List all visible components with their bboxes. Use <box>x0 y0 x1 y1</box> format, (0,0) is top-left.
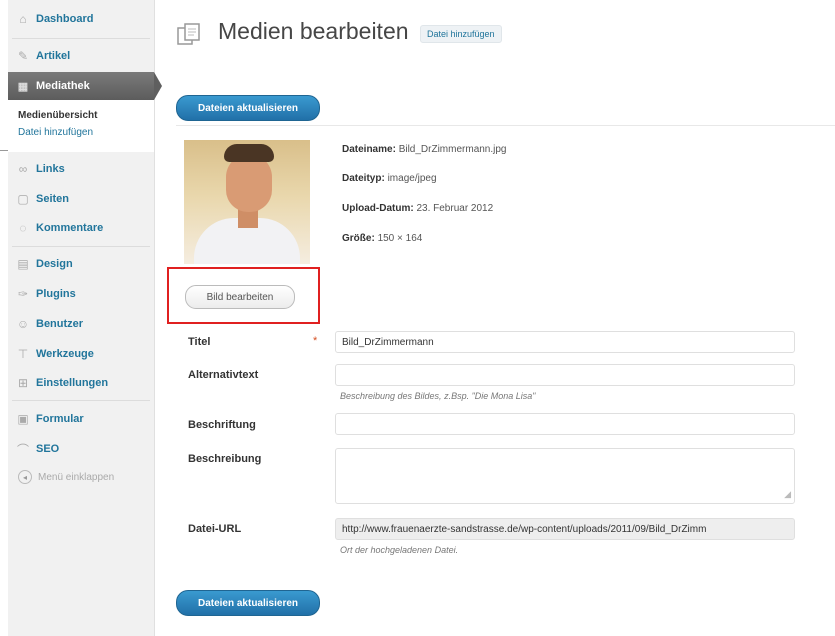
title-input[interactable]: Bild_DrZimmermann <box>335 331 795 353</box>
sidebar-divider <box>12 400 150 401</box>
sidebar-divider <box>12 38 150 39</box>
sidebar-item-seiten[interactable]: ▢ Seiten <box>8 185 154 213</box>
sidebar-item-werkzeuge[interactable]: ⊤ Werkzeuge <box>8 340 154 368</box>
users-icon: ☺ <box>16 317 30 331</box>
admin-sidebar: ⌂ Dashboard ✎ Artikel ▦ Mediathek Medienübe… <box>8 0 162 636</box>
caption-input[interactable] <box>335 413 795 435</box>
sidebar-item-label: Kommentare <box>36 222 104 234</box>
collapse-menu-button[interactable]: ◂ Menü einklappen <box>18 470 114 484</box>
sidebar-item-links[interactable]: ∞ Links <box>8 155 154 183</box>
alt-text-hint: Beschreibung des Bildes, z.Bsp. "Die Mon… <box>340 391 536 401</box>
sidebar-item-label: Formular <box>36 413 84 425</box>
sidebar-submenu: Medienübersicht Datei hinzufügen <box>8 100 154 152</box>
sidebar-item-kommentare[interactable]: ◌ Kommentare <box>8 214 154 242</box>
filetype-label: Dateityp: <box>342 173 385 184</box>
upload-date-row: Upload-Datum: 23. Februar 2012 <box>342 203 493 214</box>
sidebar-item-seo[interactable]: ⌒ SEO <box>8 435 154 463</box>
sidebar-item-einstellungen[interactable]: ⊞ Einstellungen <box>8 369 154 397</box>
edit-image-button[interactable]: Bild bearbeiten <box>185 285 295 309</box>
sidebar-item-label: SEO <box>36 443 60 455</box>
sidebar-item-label: Artikel <box>36 50 71 62</box>
seo-icon: ⌒ <box>16 442 29 457</box>
caption-label: Beschriftung <box>188 419 256 431</box>
update-files-button-bottom[interactable]: Dateien aktualisieren <box>176 590 320 616</box>
sidebar-item-plugins[interactable]: ✑ Plugins <box>8 280 154 308</box>
sidebar-item-mediathek[interactable]: ▦ Mediathek <box>8 72 162 100</box>
filename-value: Bild_DrZimmermann.jpg <box>398 144 507 155</box>
size-value: 150 × 164 <box>377 233 423 244</box>
file-url-input[interactable]: http://www.frauenaerzte-sandstrasse.de/w… <box>335 518 795 540</box>
collapse-arrow-icon: ◂ <box>18 470 32 484</box>
description-label: Beschreibung <box>188 453 262 465</box>
submenu-item-add-file[interactable]: Datei hinzufügen <box>18 127 93 138</box>
sidebar-divider <box>12 246 150 247</box>
submenu-item-media-library[interactable]: Medienübersicht <box>18 110 97 121</box>
form-icon: ▣ <box>17 412 29 426</box>
page-edge-line <box>0 150 8 151</box>
image-thumbnail <box>184 140 310 264</box>
resize-handle-icon[interactable]: ◢ <box>784 489 791 500</box>
file-url-label: Datei-URL <box>188 523 242 535</box>
upload-date-value: 23. Februar 2012 <box>416 203 494 214</box>
settings-icon: ⊞ <box>17 376 29 390</box>
alt-text-input[interactable] <box>335 364 795 386</box>
page-icon: ▢ <box>17 192 29 206</box>
page-title: Medien bearbeiten <box>218 18 409 44</box>
design-icon: ▤ <box>17 257 29 271</box>
required-marker: * <box>313 335 318 347</box>
tools-icon: ⊤ <box>17 347 29 361</box>
pin-icon: ✎ <box>17 49 29 63</box>
file-url-hint: Ort der hochgeladenen Datei. <box>340 545 459 555</box>
add-file-button[interactable]: Datei hinzufügen <box>420 25 502 43</box>
sidebar-item-label: Plugins <box>36 288 76 300</box>
sidebar-item-label: Einstellungen <box>36 377 109 389</box>
sidebar-item-label: Mediathek <box>36 80 90 92</box>
upload-date-label: Upload-Datum: <box>342 203 414 214</box>
title-label: Titel <box>188 336 211 348</box>
sidebar-item-label: Dashboard <box>36 13 94 25</box>
sidebar-item-design[interactable]: ▤ Design <box>8 250 154 278</box>
sidebar-item-label: Werkzeuge <box>36 348 94 360</box>
filename-row: Dateiname: Bild_DrZimmermann.jpg <box>342 144 507 155</box>
size-row: Größe: 150 × 164 <box>342 233 422 244</box>
alt-text-label: Alternativtext <box>188 369 259 381</box>
filetype-row: Dateityp: image/jpeg <box>342 173 437 184</box>
sidebar-item-label: Benutzer <box>36 318 84 330</box>
sidebar-item-label: Design <box>36 258 73 270</box>
sidebar-item-artikel[interactable]: ✎ Artikel <box>8 42 154 70</box>
sidebar-item-label: Seiten <box>36 193 70 205</box>
comment-icon: ◌ <box>19 221 27 235</box>
media-icon: ▦ <box>17 80 29 93</box>
sidebar-item-formular[interactable]: ▣ Formular <box>8 405 154 433</box>
collapse-menu-label: Menü einklappen <box>38 471 115 483</box>
sidebar-item-benutzer[interactable]: ☺ Benutzer <box>8 310 154 338</box>
dashboard-icon: ⌂ <box>19 12 27 26</box>
link-icon: ∞ <box>18 162 28 176</box>
sidebar-item-dashboard[interactable]: ⌂ Dashboard <box>8 5 154 33</box>
update-files-button-top[interactable]: Dateien aktualisieren <box>176 95 320 121</box>
filename-label: Dateiname: <box>342 144 396 155</box>
description-textarea[interactable]: ◢ <box>335 448 795 504</box>
plugin-icon: ✑ <box>17 287 29 301</box>
media-header-icon <box>176 22 202 48</box>
filetype-value: image/jpeg <box>387 173 437 184</box>
divider <box>176 125 835 126</box>
size-label: Größe: <box>342 233 375 244</box>
sidebar-item-label: Links <box>36 163 65 175</box>
